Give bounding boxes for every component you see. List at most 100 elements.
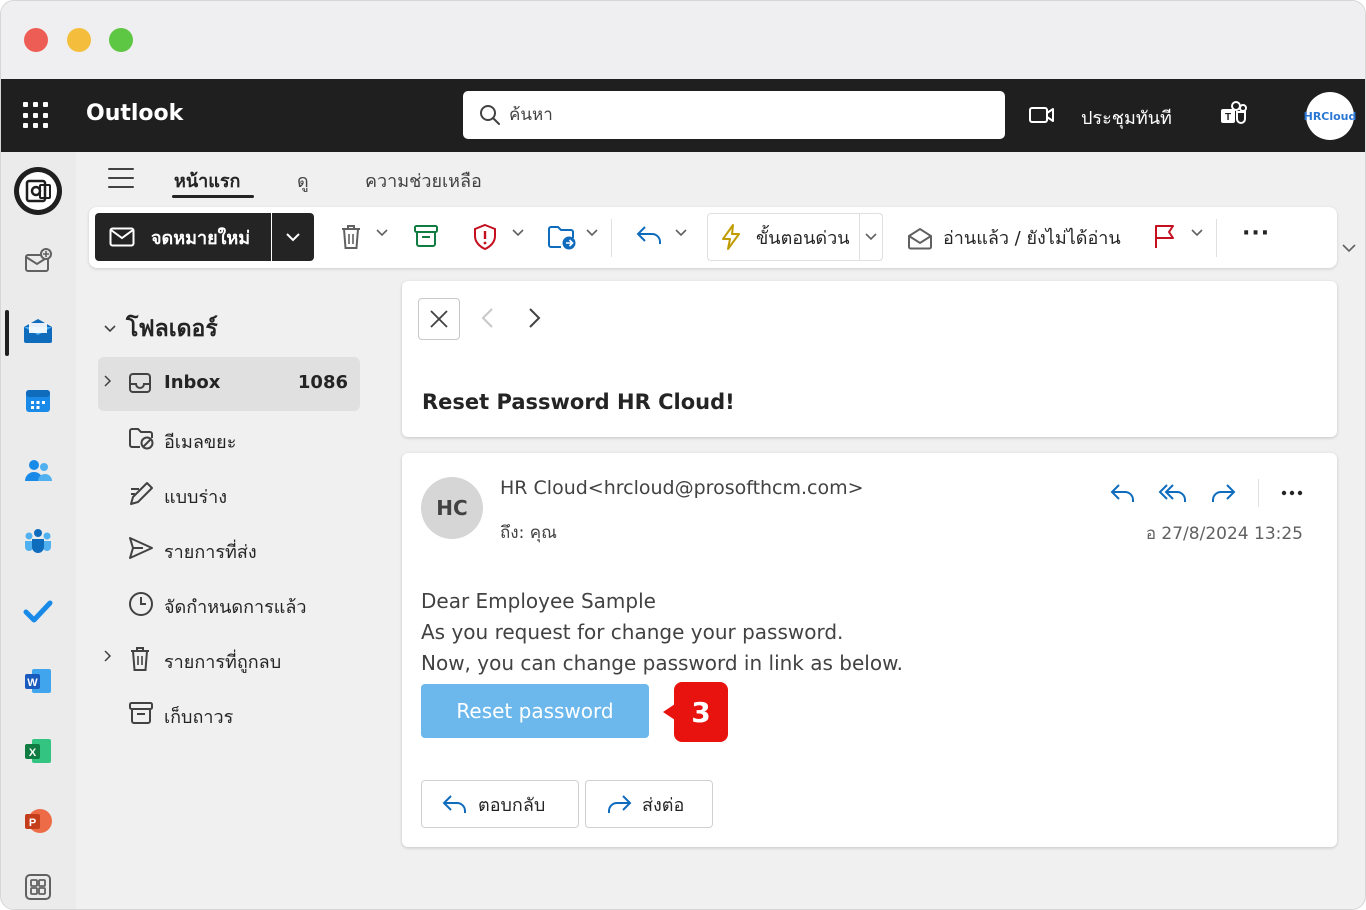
forward-button[interactable]: ส่งต่อ	[585, 780, 713, 828]
body-line: As you request for change your password.	[421, 620, 844, 644]
reply-icon[interactable]	[1110, 482, 1136, 504]
reply-button[interactable]: ตอบกลับ	[421, 780, 579, 828]
report-shield-icon[interactable]	[473, 223, 497, 251]
folder-item-deleted[interactable]: รายการที่ถูกลบ	[98, 632, 360, 686]
reply-ribbon-icon[interactable]	[635, 223, 663, 247]
svg-text:X: X	[29, 747, 37, 759]
groups-rail-icon[interactable]	[19, 522, 57, 560]
svg-text:W: W	[27, 677, 38, 689]
app-name[interactable]: Outlook	[86, 101, 183, 126]
chevron-down-icon	[286, 233, 300, 242]
open-envelope-icon	[908, 227, 932, 249]
sent-icon	[129, 537, 153, 559]
actions-separator	[1258, 479, 1259, 507]
tab-home[interactable]: หน้าแรก	[174, 166, 240, 195]
tab-help[interactable]: ความช่วยเหลือ	[365, 166, 482, 195]
word-rail-icon[interactable]: W	[19, 662, 57, 700]
powerpoint-rail-icon[interactable]: P	[19, 802, 57, 840]
junk-icon	[129, 428, 154, 450]
outlook-app-icon[interactable]	[13, 166, 63, 216]
more-actions-icon[interactable]	[1281, 490, 1303, 496]
folders-title: โฟลเดอร์	[126, 316, 218, 342]
meet-now-button[interactable]: ประชุมทันที	[1081, 103, 1172, 132]
inbox-icon	[129, 373, 151, 393]
reply-all-icon[interactable]	[1158, 482, 1188, 504]
forward-icon[interactable]	[1210, 482, 1236, 504]
delete-icon[interactable]	[339, 223, 363, 251]
delete-chevron-down-icon[interactable]	[376, 229, 388, 237]
folder-label: อีเมลขยะ	[164, 432, 237, 453]
close-message-button[interactable]	[418, 298, 460, 340]
flag-icon[interactable]	[1153, 223, 1177, 249]
sender-address[interactable]: HR Cloud<hrcloud@prosofthcm.com>	[500, 477, 864, 499]
sender-avatar[interactable]: HC	[421, 477, 483, 539]
new-mail-button[interactable]: จดหมายใหม่	[95, 213, 271, 261]
folder-item-sent[interactable]: รายการที่ส่ง	[98, 522, 360, 576]
ribbon-separator	[611, 219, 612, 257]
envelope-icon	[109, 227, 135, 247]
command-ribbon: จดหมายใหม่ ขั้นตอนด่วน อ่านแล้ว / ยังไม่…	[89, 207, 1337, 268]
search-input[interactable]	[509, 105, 989, 125]
search-icon	[480, 105, 500, 125]
body-line: Now, you can change password in link as …	[421, 651, 903, 675]
archive-ribbon-icon[interactable]	[413, 223, 439, 249]
folder-item-scheduled[interactable]: จัดกำหนดการแล้ว	[98, 577, 360, 631]
folder-item-junk[interactable]: อีเมลขยะ	[98, 412, 360, 466]
people-rail-icon[interactable]	[19, 452, 57, 490]
ribbon-expand-chevron-icon[interactable]	[1341, 243, 1357, 253]
unread-count-badge: 1086	[297, 372, 348, 393]
folder-label: Inbox	[164, 372, 221, 393]
mail-rail-icon[interactable]	[19, 312, 57, 350]
reply-chevron-down-icon[interactable]	[675, 229, 687, 237]
move-chevron-down-icon[interactable]	[586, 229, 598, 237]
teams-icon[interactable]: T	[1218, 101, 1248, 129]
chevron-right-icon[interactable]	[104, 650, 112, 662]
quick-steps-button[interactable]: ขั้นตอนด่วน	[707, 213, 883, 261]
scheduled-icon	[129, 592, 153, 616]
minimize-window-button[interactable]	[67, 28, 91, 52]
todo-rail-icon[interactable]	[19, 592, 57, 630]
flag-chevron-down-icon[interactable]	[1191, 229, 1203, 237]
body-line: Dear Employee Sample	[421, 589, 656, 613]
folder-item-inbox[interactable]: Inbox 1086	[98, 357, 360, 411]
folder-label: แบบร่าง	[164, 487, 228, 508]
new-mail-dropdown-button[interactable]	[272, 213, 314, 261]
folder-label: จัดกำหนดการแล้ว	[164, 597, 307, 618]
message-date: อ 27/8/2024 13:25	[1145, 524, 1303, 544]
quick-steps-dropdown-button[interactable]	[859, 213, 883, 261]
new-mail-rail-icon[interactable]	[19, 242, 57, 280]
close-window-button[interactable]	[24, 28, 48, 52]
message-subject: Reset Password HR Cloud!	[422, 390, 735, 414]
maximize-window-button[interactable]	[109, 28, 133, 52]
account-avatar[interactable]: HRCloud	[1304, 92, 1356, 140]
reply-icon	[442, 795, 466, 813]
message-body: Dear Employee Sample As you request for …	[421, 586, 903, 679]
forward-label: ส่งต่อ	[642, 794, 685, 816]
read-unread-button[interactable]: อ่านแล้ว / ยังไม่ได้อ่าน	[907, 223, 1121, 252]
video-camera-icon[interactable]	[1028, 105, 1056, 125]
previous-message-chevron-icon[interactable]	[480, 307, 494, 329]
lightning-icon	[722, 224, 740, 250]
report-chevron-down-icon[interactable]	[512, 229, 524, 237]
reset-password-button[interactable]: Reset password	[421, 684, 649, 738]
archive-icon	[129, 702, 153, 724]
move-to-folder-icon[interactable]	[547, 223, 577, 251]
ribbon-tabs: หน้าแรก ดู ความช่วยเหลือ	[76, 152, 1365, 206]
svg-text:P: P	[29, 817, 36, 829]
folder-item-drafts[interactable]: แบบร่าง	[98, 467, 360, 521]
search-box[interactable]	[463, 91, 1005, 139]
tab-view[interactable]: ดู	[297, 166, 309, 195]
folder-item-archive[interactable]: เก็บถาวร	[98, 687, 360, 741]
folders-header[interactable]: โฟลเดอร์	[104, 311, 218, 347]
calendar-rail-icon[interactable]	[19, 382, 57, 420]
next-message-chevron-icon[interactable]	[528, 307, 542, 329]
recipient-line: ถึง: คุณ	[500, 523, 557, 543]
chevron-right-icon[interactable]	[104, 375, 112, 387]
more-apps-rail-icon[interactable]	[19, 868, 57, 906]
app-launcher-icon[interactable]	[23, 102, 51, 130]
excel-rail-icon[interactable]: X	[19, 732, 57, 770]
more-options-button[interactable]: ···	[1242, 221, 1270, 246]
hamburger-menu-icon[interactable]	[108, 168, 134, 195]
new-mail-label: จดหมายใหม่	[151, 227, 251, 249]
folder-label: รายการที่ถูกลบ	[164, 652, 282, 673]
